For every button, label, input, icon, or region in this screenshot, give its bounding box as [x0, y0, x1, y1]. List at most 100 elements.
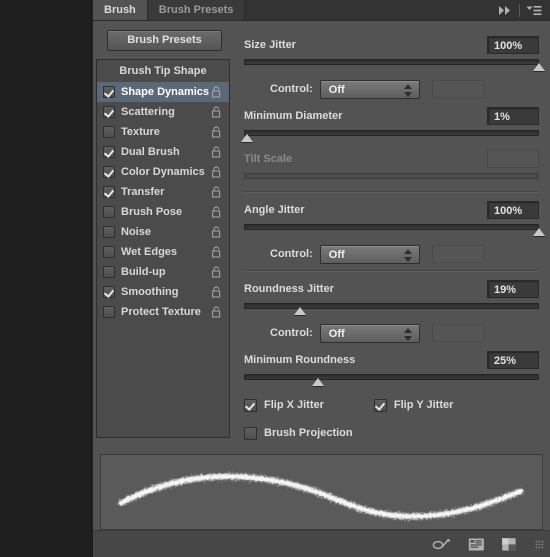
sidebar-item-noise[interactable]: Noise — [97, 222, 229, 242]
lock-icon[interactable] — [210, 126, 223, 138]
brush-options-list[interactable]: Brush Tip Shape Shape Dynamics Scatterin… — [96, 59, 230, 438]
checkbox-shape-dynamics[interactable] — [103, 86, 115, 98]
lock-icon[interactable] — [210, 186, 223, 198]
size-control-dropdown[interactable]: Off — [319, 79, 420, 99]
checkbox-color-dynamics[interactable] — [103, 166, 115, 178]
lock-icon[interactable] — [210, 266, 223, 278]
sidebar-item-label: Build-up — [121, 266, 166, 278]
angle-control-dropdown[interactable]: Off — [319, 244, 420, 264]
minimum-roundness-value[interactable]: 25% — [487, 350, 539, 369]
double-arrow-right-icon[interactable] — [498, 5, 513, 16]
sidebar-item-label: Texture — [121, 126, 160, 138]
sidebar-item-label: Protect Texture — [121, 306, 201, 318]
slider-thumb[interactable] — [311, 378, 325, 386]
slider-thumb[interactable] — [294, 307, 307, 315]
roundness-control-extra-field[interactable] — [431, 324, 484, 342]
minimum-roundness-label: Minimum Roundness — [244, 353, 356, 366]
brush-presets-button[interactable]: Brush Presets — [107, 30, 222, 51]
brush-stroke-graphic — [118, 473, 524, 519]
panel-body: Brush Presets Brush Tip Shape Shape Dyna… — [93, 21, 550, 454]
slider-thumb[interactable] — [533, 228, 546, 236]
lock-icon[interactable] — [210, 306, 223, 318]
sidebar-item-protect-texture[interactable]: Protect Texture — [97, 302, 229, 322]
minimum-diameter-slider[interactable] — [240, 128, 539, 142]
checkbox-build-up[interactable] — [103, 266, 115, 278]
sidebar-item-label: Transfer — [121, 186, 165, 198]
create-new-brush-icon[interactable] — [501, 537, 517, 552]
sidebar-item-transfer[interactable]: Transfer — [97, 182, 229, 202]
checkbox-dual-brush[interactable] — [103, 146, 115, 158]
checkbox-transfer[interactable] — [103, 186, 115, 198]
lock-icon[interactable] — [210, 106, 223, 118]
tab-tools-divider — [519, 3, 520, 17]
sidebar-item-scattering[interactable]: Scattering — [97, 102, 229, 122]
lock-icon[interactable] — [210, 246, 223, 258]
roundness-control-row: Control: Off — [244, 323, 539, 343]
size-control-label: Control: — [270, 83, 313, 95]
brush-projection-label: Brush Projection — [264, 427, 353, 439]
size-control-value: Off — [328, 83, 345, 96]
tab-brush-presets[interactable]: Brush Presets — [147, 0, 246, 20]
sidebar-item-color-dynamics[interactable]: Color Dynamics — [97, 162, 229, 182]
tilt-scale-label: Tilt Scale — [244, 152, 293, 165]
lock-icon[interactable] — [210, 146, 223, 158]
sidebar-item-label: Brush Pose — [121, 206, 183, 218]
sidebar-item-wet-edges[interactable]: Wet Edges — [97, 242, 229, 262]
angle-jitter-value[interactable]: 100% — [487, 200, 539, 219]
checkbox-texture[interactable] — [103, 126, 115, 138]
lock-icon[interactable] — [210, 86, 223, 98]
slider-thumb[interactable] — [240, 134, 254, 142]
roundness-jitter-row: Roundness Jitter 19% — [244, 279, 539, 298]
tilt-scale-row: Tilt Scale — [244, 149, 539, 168]
minimum-roundness-slider[interactable] — [244, 372, 539, 386]
sidebar-item-build-up[interactable]: Build-up — [97, 262, 229, 282]
roundness-jitter-value[interactable]: 19% — [487, 279, 539, 298]
checkbox-smoothing[interactable] — [103, 286, 115, 298]
brush-tip-shape-header[interactable]: Brush Tip Shape — [97, 60, 229, 82]
checkbox-brush-pose[interactable] — [103, 206, 115, 218]
sidebar-item-label: Color Dynamics — [121, 166, 205, 178]
tilt-scale-slider — [244, 171, 539, 185]
sidebar-item-brush-pose[interactable]: Brush Pose — [97, 202, 229, 222]
tab-strip-filler — [245, 0, 490, 20]
sidebar-item-texture[interactable]: Texture — [97, 122, 229, 142]
flip-jitter-row: Flip X Jitter Flip Y Jitter — [244, 396, 539, 414]
tab-brush[interactable]: Brush — [93, 0, 148, 20]
checkbox-wet-edges[interactable] — [103, 246, 115, 258]
lock-icon[interactable] — [210, 226, 223, 238]
angle-jitter-slider[interactable] — [244, 222, 545, 236]
new-brush-preset-icon[interactable] — [468, 537, 485, 552]
lock-icon[interactable] — [210, 206, 223, 218]
size-control-extra-field[interactable] — [431, 80, 484, 98]
lock-icon[interactable] — [210, 286, 223, 298]
angle-control-extra-field[interactable] — [431, 245, 484, 263]
panel-menu-icon[interactable] — [526, 5, 542, 16]
roundness-jitter-slider[interactable] — [244, 301, 539, 315]
checkbox-brush-projection[interactable] — [244, 426, 257, 440]
sidebar-item-shape-dynamics[interactable]: Shape Dynamics — [97, 82, 229, 102]
checkbox-flip-y-jitter[interactable] — [373, 398, 387, 412]
angle-control-row: Control: Off — [244, 244, 539, 264]
minimum-diameter-label: Minimum Diameter — [244, 109, 343, 122]
resize-grip-icon[interactable] — [535, 539, 544, 549]
checkbox-protect-texture[interactable] — [103, 306, 115, 318]
size-jitter-value[interactable]: 100% — [487, 35, 539, 54]
sidebar-item-smoothing[interactable]: Smoothing — [97, 282, 229, 302]
sidebar-item-label: Dual Brush — [121, 146, 180, 158]
checkbox-scattering[interactable] — [103, 106, 115, 118]
lock-icon[interactable] — [210, 166, 223, 178]
panel-tab-tools — [490, 0, 550, 20]
brush-presets-button-wrap: Brush Presets — [96, 28, 233, 59]
tab-brush-presets-label: Brush Presets — [158, 4, 234, 16]
slider-track — [244, 130, 539, 136]
roundness-control-dropdown[interactable]: Off — [319, 323, 420, 343]
checkbox-flip-x-jitter[interactable] — [244, 398, 257, 412]
minimum-diameter-value[interactable]: 1% — [487, 106, 539, 125]
size-jitter-row: Size Jitter 100% — [244, 35, 539, 54]
sidebar-item-dual-brush[interactable]: Dual Brush — [97, 142, 229, 162]
minimum-diameter-row: Minimum Diameter 1% — [244, 106, 539, 125]
size-jitter-slider[interactable] — [244, 57, 545, 71]
checkbox-noise[interactable] — [103, 226, 115, 238]
toggle-brush-tool-icon[interactable] — [432, 537, 452, 552]
slider-thumb[interactable] — [533, 63, 546, 71]
